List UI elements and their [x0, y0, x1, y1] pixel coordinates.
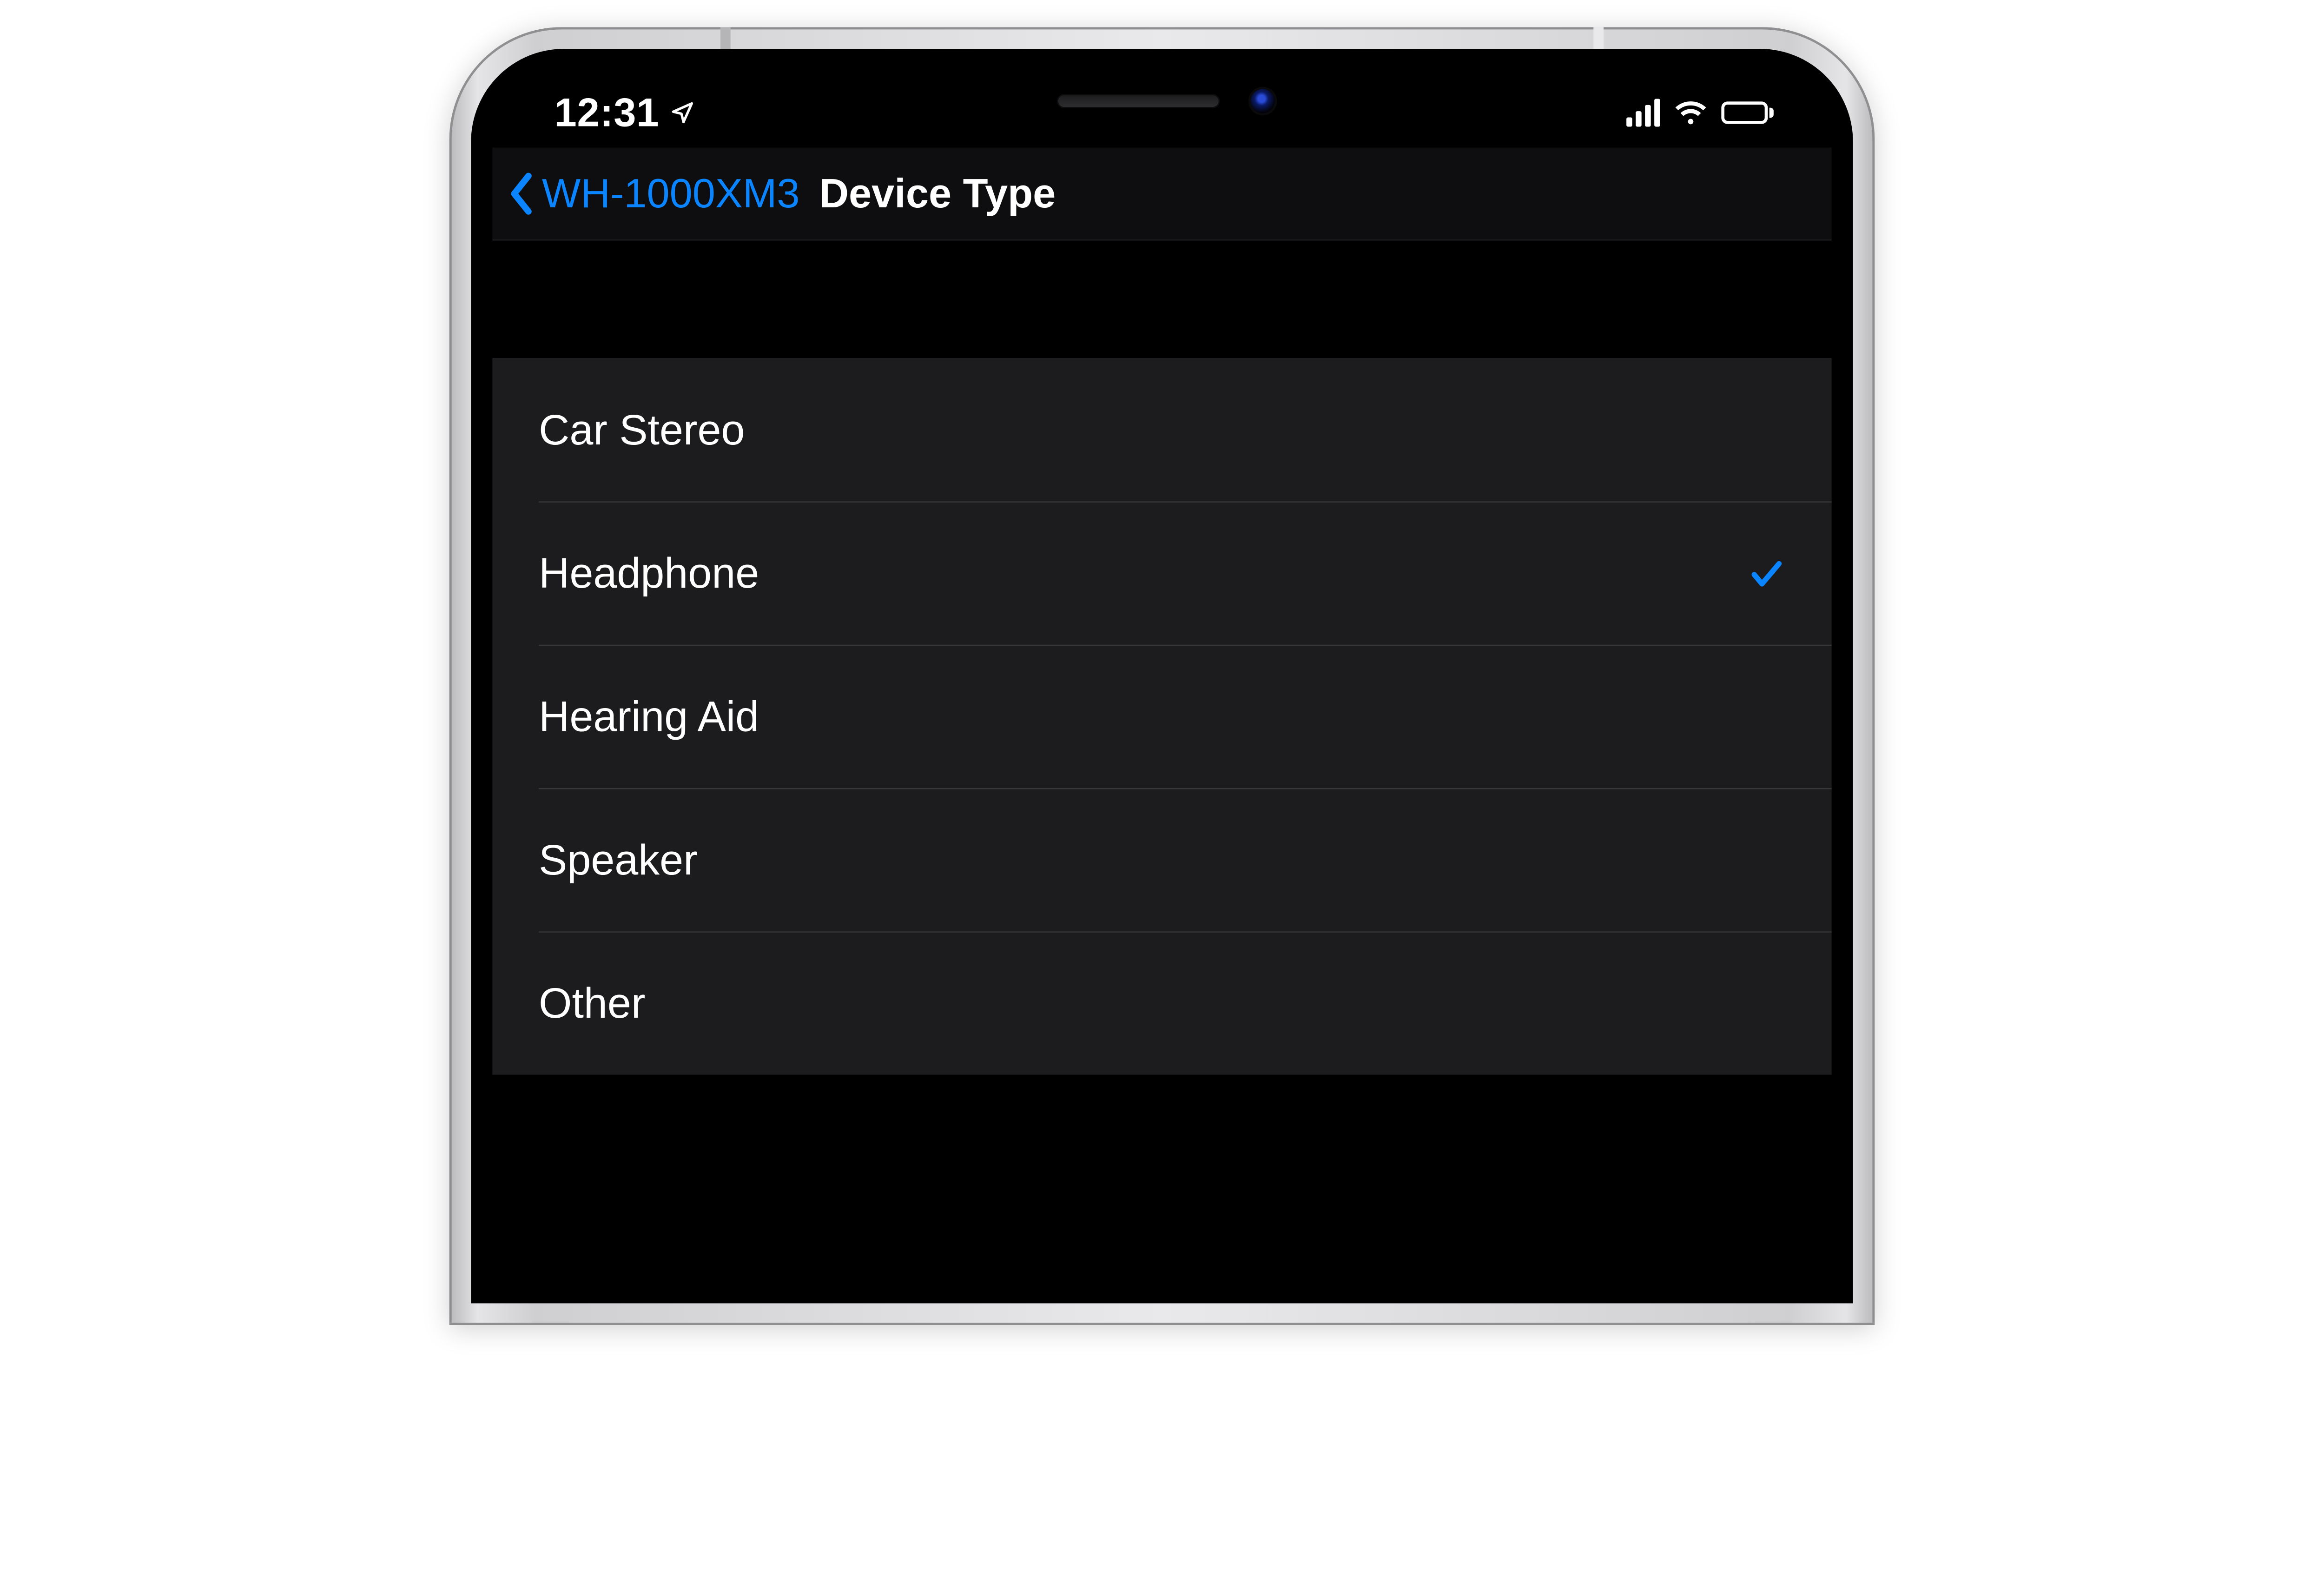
phone-bezel: 12:31: [471, 49, 1853, 1303]
device-type-list: Car Stereo Headphone Hearing Aid: [492, 358, 1832, 1075]
checkmark-icon: [1748, 555, 1785, 592]
option-label: Hearing Aid: [539, 692, 759, 741]
battery-icon: [1721, 101, 1774, 124]
earpiece-speaker: [1057, 94, 1220, 108]
option-hearing-aid[interactable]: Hearing Aid: [492, 645, 1832, 788]
page-title: Device Type: [819, 170, 1056, 217]
option-car-stereo[interactable]: Car Stereo: [492, 358, 1832, 501]
cellular-signal-icon: [1626, 99, 1660, 127]
option-label: Car Stereo: [539, 405, 745, 454]
chevron-left-icon: [508, 172, 535, 215]
back-label: WH-1000XM3: [542, 170, 800, 217]
location-services-icon: [670, 100, 695, 125]
wifi-icon: [1674, 99, 1708, 126]
iphone-frame: 12:31: [449, 27, 1875, 1325]
option-headphone[interactable]: Headphone: [492, 501, 1832, 644]
status-time: 12:31: [555, 90, 660, 136]
content-area: Car Stereo Headphone Hearing Aid: [492, 242, 1832, 1282]
navigation-bar: WH-1000XM3 Device Type: [492, 148, 1832, 241]
option-other[interactable]: Other: [492, 931, 1832, 1074]
option-label: Speaker: [539, 835, 697, 884]
option-label: Other: [539, 979, 645, 1028]
antenna-line: [1593, 27, 1604, 49]
back-button[interactable]: WH-1000XM3: [508, 170, 800, 217]
display-notch: [868, 70, 1457, 132]
option-label: Headphone: [539, 549, 759, 598]
phone-screen: 12:31: [492, 70, 1832, 1282]
front-camera: [1251, 89, 1275, 113]
option-speaker[interactable]: Speaker: [492, 788, 1832, 931]
antenna-line: [720, 27, 731, 49]
